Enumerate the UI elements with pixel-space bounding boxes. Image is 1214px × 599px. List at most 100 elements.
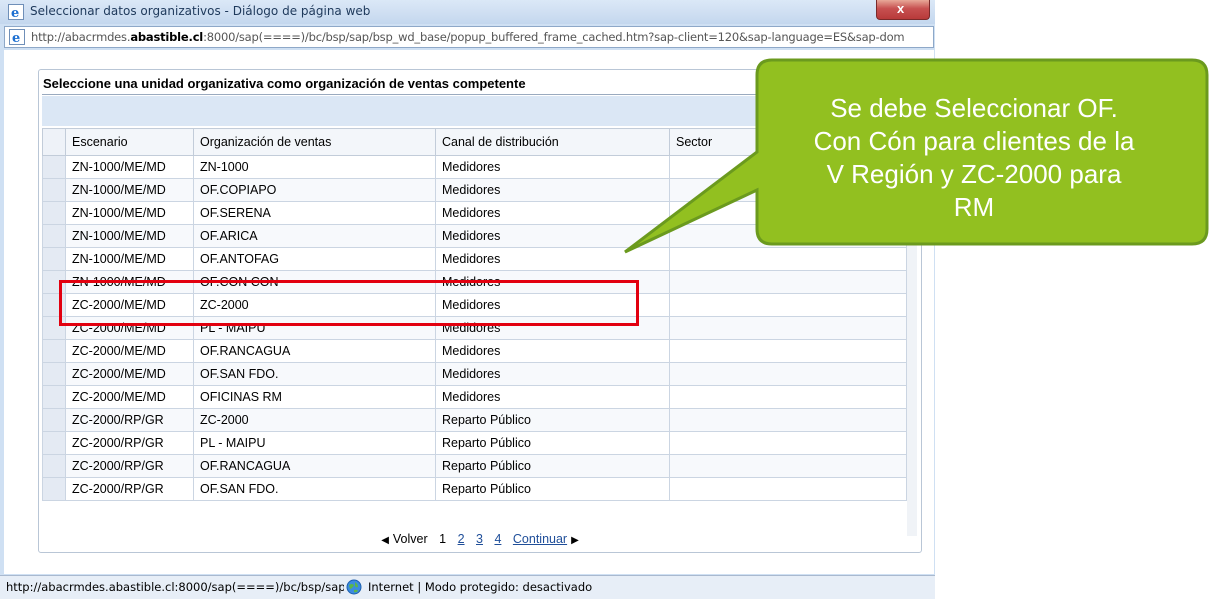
- cell-canal: Reparto Público: [435, 408, 670, 432]
- row-selector[interactable]: [42, 339, 66, 363]
- panel-title: Seleccione una unidad organizativa como …: [43, 76, 526, 91]
- cell-canal: Medidores: [435, 201, 670, 225]
- callout-text: Se debe Seleccionar OF. Con Cón para cli…: [756, 73, 1192, 243]
- cell-canal: Reparto Público: [435, 431, 670, 455]
- window-title: Seleccionar datos organizativos - Diálog…: [30, 4, 371, 18]
- cell-org-ventas: OF.COPIAPO: [193, 178, 436, 202]
- row-selector[interactable]: [42, 431, 66, 455]
- select-all-cell[interactable]: [42, 128, 66, 156]
- address-url: http://abacrmdes.abastible.cl:8000/sap(=…: [31, 30, 905, 44]
- cell-escenario: ZN-1000/ME/MD: [65, 178, 194, 202]
- cell-canal: Medidores: [435, 155, 670, 179]
- cell-org-ventas: OF.RANCAGUA: [193, 454, 436, 478]
- cell-escenario: ZN-1000/ME/MD: [65, 224, 194, 248]
- cell-sector: [669, 247, 907, 271]
- ie-icon: e: [8, 4, 24, 20]
- cell-escenario: ZC-2000/RP/GR: [65, 431, 194, 455]
- address-bar[interactable]: e http://abacrmdes.abastible.cl:8000/sap…: [4, 26, 934, 48]
- triangle-right-icon: ▶: [571, 535, 579, 546]
- cell-sector: [669, 362, 907, 386]
- cell-escenario: ZC-2000/ME/MD: [65, 362, 194, 386]
- row-selector[interactable]: [42, 385, 66, 409]
- status-bar: http://abacrmdes.abastible.cl:8000/sap(=…: [0, 575, 935, 599]
- table-row[interactable]: ZC-2000/RP/GR PL - MAIPU Reparto Público: [42, 431, 907, 455]
- cell-org-ventas: PL - MAIPU: [193, 431, 436, 455]
- cell-sector: [669, 454, 907, 478]
- row-selector[interactable]: [42, 408, 66, 432]
- cell-org-ventas: OF.SERENA: [193, 201, 436, 225]
- previous-page-button[interactable]: ◀ Volver: [377, 532, 427, 546]
- cell-sector: [669, 408, 907, 432]
- page-link-2[interactable]: 2: [458, 532, 465, 546]
- ie-icon: e: [9, 29, 25, 45]
- table-row[interactable]: ZC-2000/RP/GR OF.SAN FDO. Reparto Público: [42, 477, 907, 501]
- cell-canal: Reparto Público: [435, 454, 670, 478]
- row-selector[interactable]: [42, 477, 66, 501]
- svg-text:e: e: [11, 6, 19, 20]
- table-row[interactable]: ZC-2000/ME/MD OF.RANCAGUA Medidores: [42, 339, 907, 363]
- row-selector[interactable]: [42, 224, 66, 248]
- cell-org-ventas: OF.SAN FDO.: [193, 477, 436, 501]
- callout-line: Con Cón para clientes de la: [813, 126, 1135, 156]
- cell-org-ventas: OFICINAS RM: [193, 385, 436, 409]
- cell-canal: Medidores: [435, 385, 670, 409]
- cell-org-ventas: ZC-2000: [193, 408, 436, 432]
- cell-canal: Medidores: [435, 224, 670, 248]
- cell-sector: [669, 385, 907, 409]
- title-bar: e Seleccionar datos organizativos - Diál…: [0, 0, 935, 24]
- status-url: http://abacrmdes.abastible.cl:8000/sap(=…: [6, 580, 344, 594]
- row-selector[interactable]: [42, 247, 66, 271]
- table-row[interactable]: ZC-2000/ME/MD OF.SAN FDO. Medidores: [42, 362, 907, 386]
- cell-canal: Medidores: [435, 247, 670, 271]
- callout-line: RM: [953, 192, 995, 222]
- row-selector[interactable]: [42, 178, 66, 202]
- cell-sector: [669, 477, 907, 501]
- table-row[interactable]: ZC-2000/ME/MD OFICINAS RM Medidores: [42, 385, 907, 409]
- row-selector[interactable]: [42, 454, 66, 478]
- security-zone: Internet | Modo protegido: desactivado: [368, 580, 593, 594]
- cell-sector: [669, 270, 907, 294]
- cell-sector: [669, 339, 907, 363]
- triangle-left-icon: ◀: [381, 535, 389, 546]
- cell-org-ventas: OF.ANTOFAG: [193, 247, 436, 271]
- cell-escenario: ZC-2000/RP/GR: [65, 454, 194, 478]
- row-selector[interactable]: [42, 155, 66, 179]
- cell-escenario: ZC-2000/ME/MD: [65, 385, 194, 409]
- cell-canal: Medidores: [435, 178, 670, 202]
- table-row[interactable]: ZC-2000/RP/GR ZC-2000 Reparto Público: [42, 408, 907, 432]
- cell-escenario: ZC-2000/ME/MD: [65, 339, 194, 363]
- cell-sector: [669, 293, 907, 317]
- svg-text:e: e: [12, 31, 20, 45]
- cell-escenario: ZC-2000/RP/GR: [65, 408, 194, 432]
- table-row[interactable]: ZN-1000/ME/MD OF.ANTOFAG Medidores: [42, 247, 907, 271]
- cell-canal: Medidores: [435, 362, 670, 386]
- cell-org-ventas: OF.SAN FDO.: [193, 362, 436, 386]
- column-header-org-ventas[interactable]: Organización de ventas: [193, 128, 436, 156]
- row-selector[interactable]: [42, 362, 66, 386]
- column-header-escenario[interactable]: Escenario: [65, 128, 194, 156]
- row-selector[interactable]: [42, 201, 66, 225]
- globe-icon: [346, 579, 362, 595]
- callout-line: Se debe Seleccionar OF.: [830, 93, 1118, 123]
- cell-org-ventas: OF.ARICA: [193, 224, 436, 248]
- cell-escenario: ZN-1000/ME/MD: [65, 247, 194, 271]
- next-page-button[interactable]: Continuar ▶: [513, 532, 583, 546]
- cell-sector: [669, 316, 907, 340]
- table-row[interactable]: ZC-2000/RP/GR OF.RANCAGUA Reparto Público: [42, 454, 907, 478]
- cell-escenario: ZN-1000/ME/MD: [65, 201, 194, 225]
- cell-org-ventas: ZN-1000: [193, 155, 436, 179]
- current-page: 1: [439, 532, 447, 546]
- cell-escenario: ZN-1000/ME/MD: [65, 155, 194, 179]
- cell-canal: Medidores: [435, 339, 670, 363]
- highlight-rectangle: [59, 280, 639, 326]
- cell-canal: Reparto Público: [435, 477, 670, 501]
- callout-line: V Región y ZC-2000 para: [826, 159, 1122, 189]
- cell-org-ventas: OF.RANCAGUA: [193, 339, 436, 363]
- close-icon: x: [897, 1, 905, 16]
- pager: ◀ Volver 1 2 3 4 Continuar ▶: [39, 532, 921, 552]
- cell-escenario: ZC-2000/RP/GR: [65, 477, 194, 501]
- close-button[interactable]: x: [876, 0, 930, 20]
- page-link-3[interactable]: 3: [476, 532, 483, 546]
- page-link-4[interactable]: 4: [494, 532, 501, 546]
- column-header-canal[interactable]: Canal de distribución: [435, 128, 670, 156]
